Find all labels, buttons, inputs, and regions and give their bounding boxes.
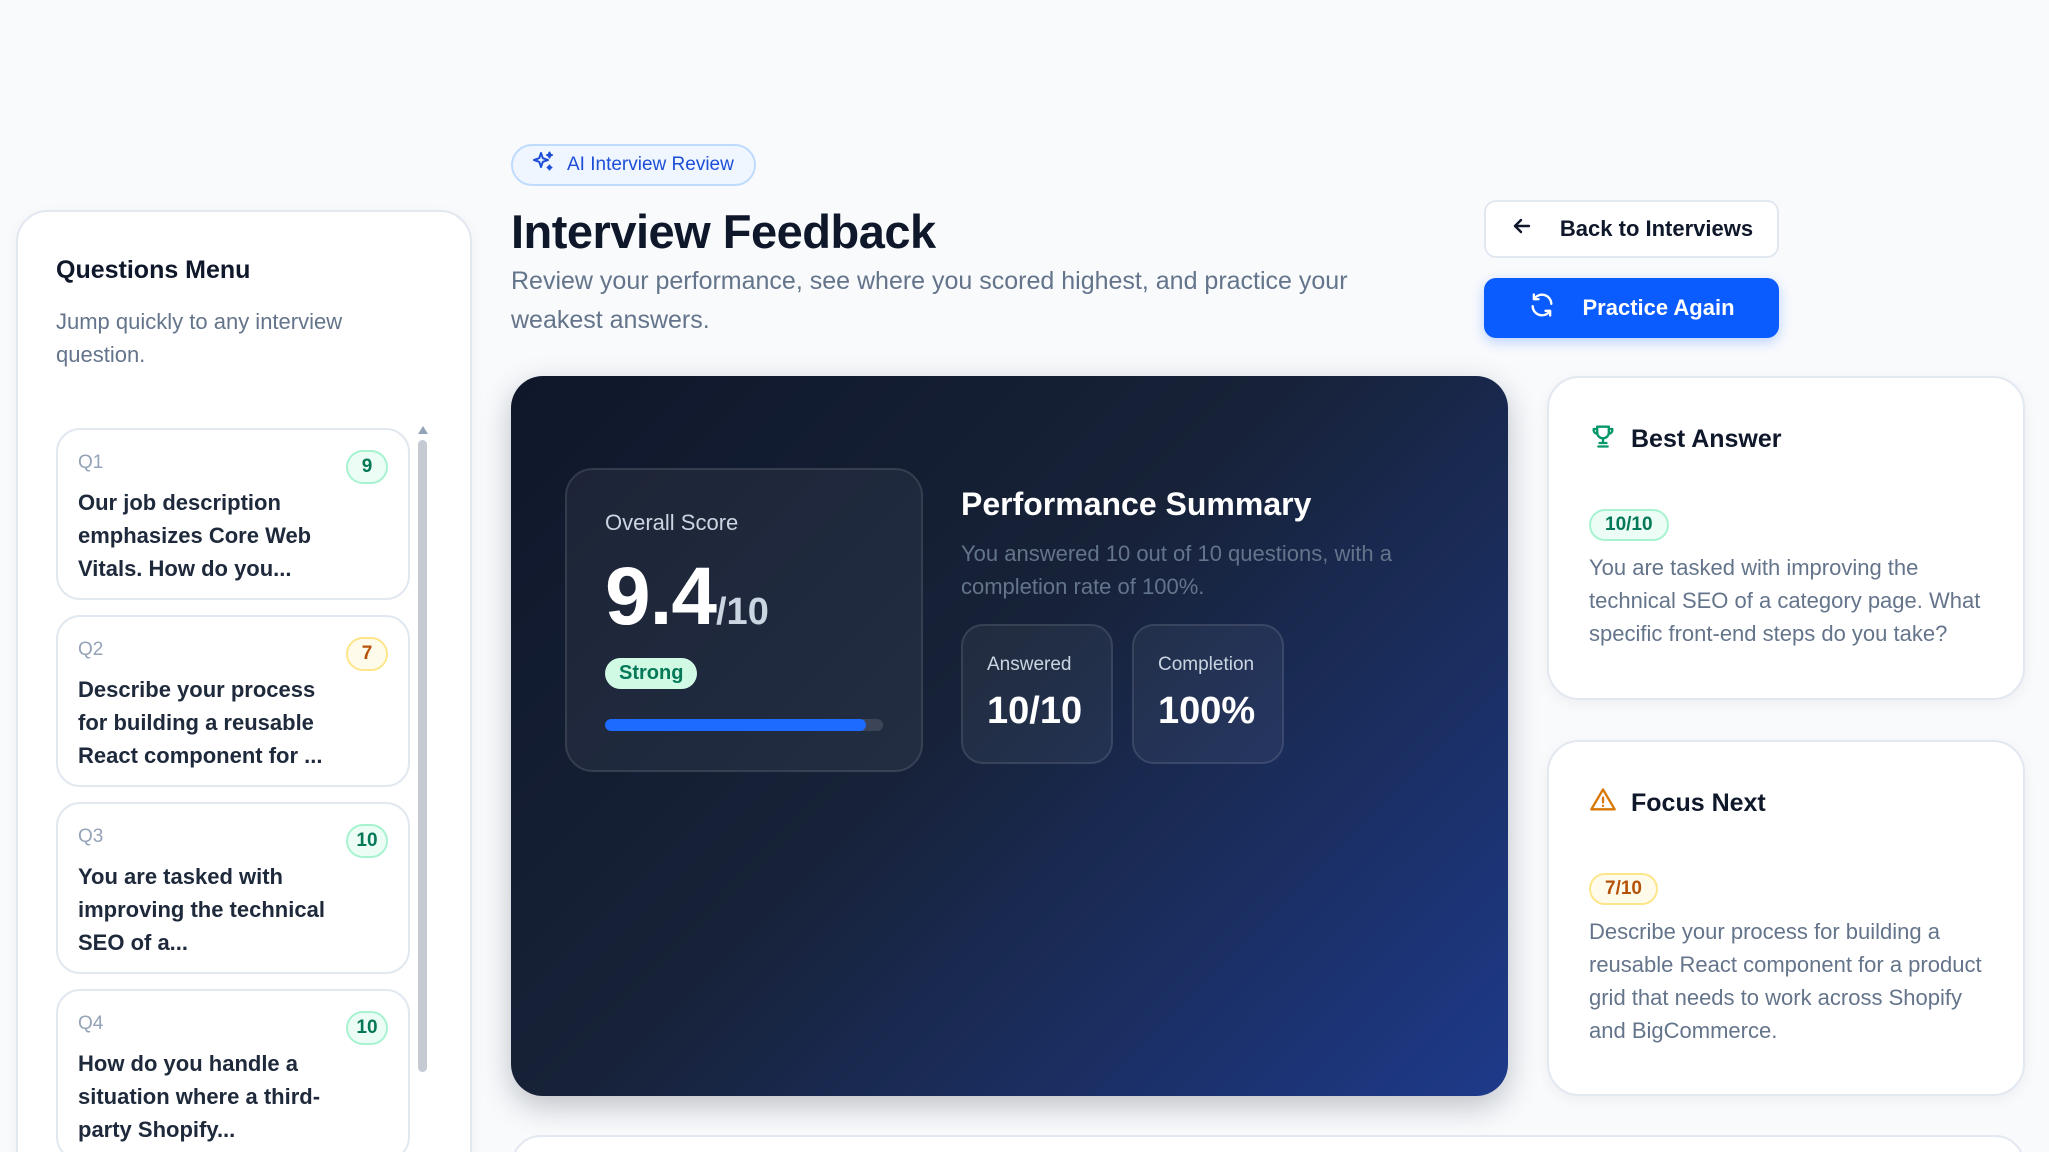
score-progress-fill bbox=[605, 719, 867, 731]
question-number: Q4 bbox=[78, 1013, 104, 1034]
performance-summary: Performance Summary You answered 10 out … bbox=[961, 486, 1441, 603]
scroll-thumb[interactable] bbox=[418, 440, 427, 1072]
focus-next-score: 7/10 bbox=[1589, 873, 1658, 905]
rating-badge: Strong bbox=[605, 658, 698, 689]
question-number: Q3 bbox=[78, 826, 104, 847]
performance-title: Performance Summary bbox=[961, 486, 1312, 522]
score-progress-bar bbox=[605, 719, 883, 731]
question-item-q4[interactable]: Q4 How do you handle a situation where a… bbox=[56, 989, 410, 1152]
back-button-label: Back to Interviews bbox=[1559, 216, 1754, 241]
score-value: 9.4 bbox=[605, 551, 717, 642]
practice-button-label: Practice Again bbox=[1582, 295, 1735, 320]
completion-label: Completion bbox=[1158, 654, 1255, 675]
tag-label: AI Interview Review bbox=[567, 154, 734, 175]
answered-value: 10/10 bbox=[987, 690, 1083, 732]
question-list: Q1 Our job description emphasizes Core W… bbox=[56, 428, 410, 1152]
question-score-badge: 10 bbox=[346, 824, 388, 858]
overall-score: 9.4/10 bbox=[605, 550, 883, 644]
question-item-q2[interactable]: Q2 Describe your process for building a … bbox=[56, 615, 410, 787]
questions-sidebar: Questions Menu Jump quickly to any inter… bbox=[16, 210, 472, 1152]
focus-next-card[interactable]: Focus Next 7/10 Describe your process fo… bbox=[1547, 740, 2025, 1096]
trophy-icon bbox=[1589, 422, 1617, 457]
question-score-badge: 7 bbox=[346, 637, 388, 671]
refresh-icon bbox=[1528, 291, 1556, 325]
overall-score-label: Overall Score bbox=[605, 510, 739, 535]
best-answer-score: 10/10 bbox=[1589, 509, 1669, 541]
question-item-q1[interactable]: Q1 Our job description emphasizes Core W… bbox=[56, 428, 410, 600]
question-text: How do you handle a situation where a th… bbox=[78, 1051, 321, 1142]
answered-label: Answered bbox=[987, 654, 1072, 675]
completion-stat: Completion 100% bbox=[1132, 624, 1284, 764]
question-text: Our job description emphasizes Core Web … bbox=[78, 490, 312, 581]
question-number: Q1 bbox=[78, 452, 104, 473]
best-answer-title: Best Answer bbox=[1631, 425, 1782, 453]
score-max: /10 bbox=[716, 591, 769, 633]
arrow-left-icon bbox=[1510, 214, 1534, 244]
next-section-card bbox=[511, 1135, 2025, 1152]
page-title: Interview Feedback bbox=[511, 205, 936, 258]
sidebar-scrollbar[interactable] bbox=[418, 426, 428, 1076]
question-score-badge: 9 bbox=[346, 450, 388, 484]
back-to-interviews-button[interactable]: Back to Interviews bbox=[1484, 200, 1779, 258]
overall-score-box: Overall Score 9.4/10 Strong bbox=[565, 468, 923, 772]
answered-stat: Answered 10/10 bbox=[961, 624, 1113, 764]
performance-description: You answered 10 out of 10 questions, wit… bbox=[961, 541, 1392, 599]
ai-review-tag: AI Interview Review bbox=[511, 144, 756, 186]
sidebar-title: Questions Menu bbox=[56, 256, 251, 284]
best-answer-text: You are tasked with improving the techni… bbox=[1589, 555, 1981, 646]
focus-next-header: Focus Next bbox=[1589, 786, 1983, 821]
focus-next-title: Focus Next bbox=[1631, 789, 1766, 817]
practice-again-button[interactable]: Practice Again bbox=[1484, 278, 1779, 338]
score-summary-card: Overall Score 9.4/10 Strong Performance … bbox=[511, 376, 1508, 1096]
warning-icon bbox=[1589, 786, 1617, 821]
page-subtitle: Review your performance, see where you s… bbox=[511, 267, 1348, 334]
best-answer-card[interactable]: Best Answer 10/10 You are tasked with im… bbox=[1547, 376, 2025, 700]
question-item-q3[interactable]: Q3 You are tasked with improving the tec… bbox=[56, 802, 410, 974]
page: Questions Menu Jump quickly to any inter… bbox=[0, 0, 2049, 1152]
sidebar-subtitle: Jump quickly to any interview question. bbox=[56, 309, 343, 367]
best-answer-header: Best Answer bbox=[1589, 422, 1983, 457]
sparkles-icon bbox=[531, 150, 555, 180]
completion-value: 100% bbox=[1158, 690, 1256, 732]
question-text: You are tasked with improving the techni… bbox=[78, 864, 325, 955]
question-score-badge: 10 bbox=[346, 1011, 388, 1045]
focus-next-text: Describe your process for building a reu… bbox=[1589, 919, 1982, 1043]
question-number: Q2 bbox=[78, 639, 104, 660]
scroll-up-arrow-icon[interactable] bbox=[418, 426, 428, 434]
question-text: Describe your process for building a reu… bbox=[78, 677, 323, 768]
